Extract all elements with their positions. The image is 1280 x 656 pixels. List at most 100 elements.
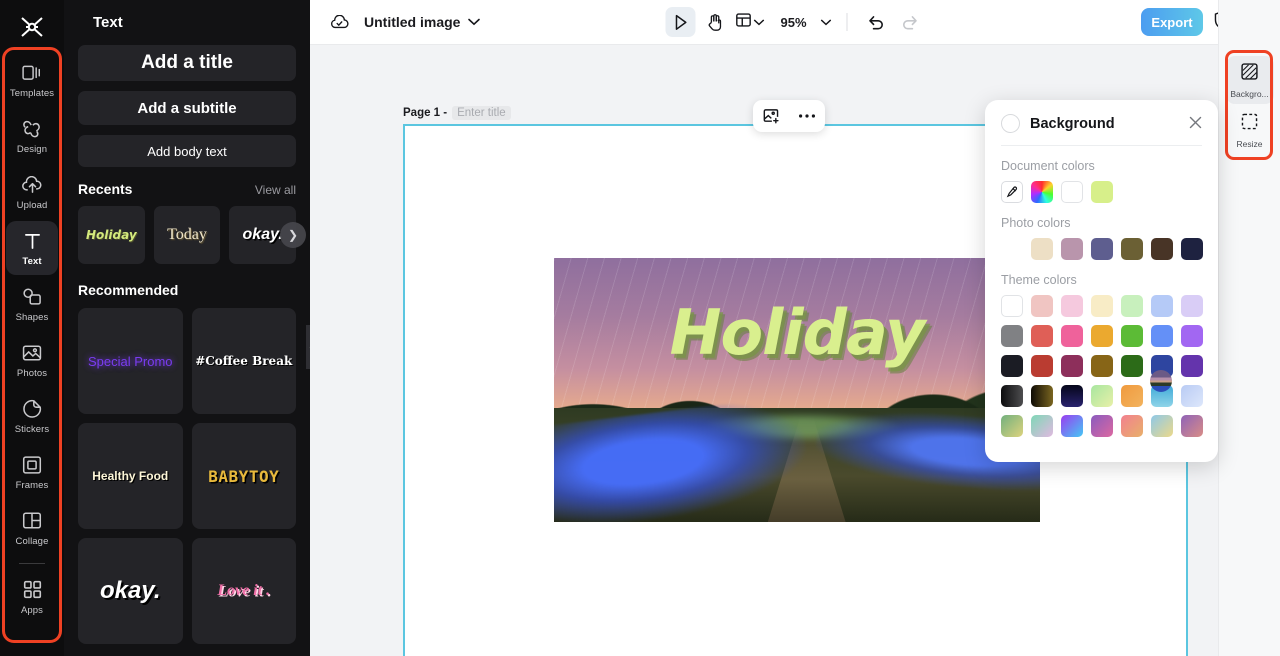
theme-swatch-32[interactable] [1121, 415, 1143, 437]
background-icon [1240, 62, 1259, 86]
theme-swatch-10[interactable] [1091, 325, 1113, 347]
theme-swatch-17[interactable] [1091, 355, 1113, 377]
theme-swatch-11[interactable] [1121, 325, 1143, 347]
text-icon [21, 230, 43, 252]
theme-swatch-18[interactable] [1121, 355, 1143, 377]
theme-swatch-25[interactable] [1121, 385, 1143, 407]
sidebar-item-stickers[interactable]: Stickers [6, 389, 58, 443]
recommended-text-card[interactable]: Special Promo [78, 308, 183, 414]
theme-swatch-33[interactable] [1151, 415, 1173, 437]
theme-swatch-31[interactable] [1091, 415, 1113, 437]
theme-swatch-27[interactable] [1181, 385, 1203, 407]
sidebar-item-resize[interactable]: Resize [1226, 106, 1274, 154]
undo-button[interactable] [861, 7, 891, 37]
recommended-text-card[interactable]: Healthy Food [78, 423, 183, 529]
theme-swatch-1[interactable] [1031, 295, 1053, 317]
swatch-eyedropper[interactable] [1001, 181, 1023, 203]
theme-swatch-15[interactable] [1031, 355, 1053, 377]
sidebar-item-photos[interactable]: Photos [6, 333, 58, 387]
carousel-next-icon[interactable]: ❯ [280, 222, 306, 248]
theme-swatch-4[interactable] [1121, 295, 1143, 317]
recent-text-card[interactable]: Holiday [78, 206, 145, 264]
swatch-photo-thumb[interactable] [1150, 370, 1172, 392]
theme-swatch-29[interactable] [1031, 415, 1053, 437]
theme-swatch-2[interactable] [1061, 295, 1083, 317]
sidebar-item-collage[interactable]: Collage [6, 501, 58, 555]
document-title[interactable]: Untitled image [364, 14, 460, 30]
recent-text-card[interactable]: Today [153, 206, 221, 264]
toolbar-center-tools: 95% [665, 7, 924, 37]
theme-swatch-6[interactable] [1181, 295, 1203, 317]
swatch-cream[interactable] [1031, 238, 1053, 260]
recommended-text-card[interactable]: okay. [78, 538, 183, 644]
theme-swatch-34[interactable] [1181, 415, 1203, 437]
theme-swatch-16[interactable] [1061, 355, 1083, 377]
theme-swatch-24[interactable] [1091, 385, 1113, 407]
theme-swatch-13[interactable] [1181, 325, 1203, 347]
recommended-text-label: Special Promo [87, 353, 173, 369]
recents-view-all-link[interactable]: View all [255, 183, 296, 197]
swatch-mauve[interactable] [1061, 238, 1083, 260]
sidebar-item-label: Photos [16, 367, 48, 379]
sidebar-item-text[interactable]: Text [6, 221, 58, 275]
sidebar-item-frames[interactable]: Frames [6, 445, 58, 499]
theme-swatch-9[interactable] [1061, 325, 1083, 347]
export-button[interactable]: Export [1141, 8, 1203, 36]
text-panel: Text Add a title Add a subtitle Add body… [64, 0, 310, 656]
theme-swatch-14[interactable] [1001, 355, 1023, 377]
theme-swatch-0[interactable] [1001, 295, 1023, 317]
recommended-text-card[interactable]: Love it . [191, 538, 296, 644]
photos-icon [21, 342, 43, 364]
theme-swatch-22[interactable] [1031, 385, 1053, 407]
document-title-chevron-down-icon[interactable] [468, 18, 481, 26]
swatch-white[interactable] [1061, 181, 1083, 203]
close-icon[interactable] [1189, 116, 1202, 132]
layout-tool-group[interactable] [733, 12, 766, 33]
swatch-slate-violet[interactable] [1091, 238, 1113, 260]
add-subtitle-button[interactable]: Add a subtitle [78, 91, 296, 125]
sidebar-item-upload[interactable]: Upload [6, 165, 58, 219]
recommended-text-label: BABYTOY [208, 466, 280, 486]
sidebar-item-apps[interactable]: Apps [6, 570, 58, 624]
artwork-text[interactable]: Holiday [554, 296, 1040, 369]
theme-swatch-30[interactable] [1061, 415, 1083, 437]
select-tool-button[interactable] [665, 7, 696, 37]
sidebar-item-shapes[interactable]: Shapes [6, 277, 58, 331]
panel-collapse-handle[interactable]: ❮ [306, 325, 310, 369]
background-current-swatch[interactable] [1001, 114, 1020, 133]
theme-swatch-23[interactable] [1061, 385, 1083, 407]
shapes-icon [21, 286, 43, 308]
swatch-lime[interactable] [1091, 181, 1113, 203]
theme-swatch-7[interactable] [1001, 325, 1023, 347]
add-title-button[interactable]: Add a title [78, 45, 296, 81]
add-body-text-button[interactable]: Add body text [78, 135, 296, 167]
page-title-input[interactable]: Enter title [452, 106, 511, 120]
swatch-olive[interactable] [1121, 238, 1143, 260]
swatch-midnight[interactable] [1181, 238, 1203, 260]
recommended-title: Recommended [78, 282, 179, 298]
theme-swatch-21[interactable] [1001, 385, 1023, 407]
sidebar-item-background[interactable]: Backgro... [1225, 56, 1274, 104]
theme-swatch-20[interactable] [1181, 355, 1203, 377]
add-image-icon[interactable] [759, 104, 783, 128]
theme-swatch-5[interactable] [1151, 295, 1173, 317]
more-options-icon[interactable] [795, 104, 819, 128]
frames-icon [21, 454, 43, 476]
sidebar-item-templates[interactable]: Templates [6, 53, 58, 107]
swatch-dark-brown[interactable] [1151, 238, 1173, 260]
sidebar-item-label: Text [22, 255, 42, 267]
theme-swatch-28[interactable] [1001, 415, 1023, 437]
recommended-text-card[interactable]: BABYTOY [191, 423, 296, 529]
sidebar-item-design[interactable]: Design [6, 109, 58, 163]
recent-text-label: okay. [242, 226, 283, 243]
capcut-logo-icon[interactable] [15, 12, 49, 42]
theme-swatch-12[interactable] [1151, 325, 1173, 347]
theme-swatch-8[interactable] [1031, 325, 1053, 347]
recommended-text-card[interactable]: #Coffee Break [191, 308, 296, 414]
hand-pan-tool-button[interactable] [699, 7, 729, 37]
zoom-chevron-down-icon[interactable] [819, 19, 834, 26]
theme-swatch-3[interactable] [1091, 295, 1113, 317]
swatch-color-wheel[interactable] [1031, 181, 1053, 203]
artwork-photo[interactable]: Holiday [554, 258, 1040, 522]
redo-button[interactable] [895, 7, 925, 37]
